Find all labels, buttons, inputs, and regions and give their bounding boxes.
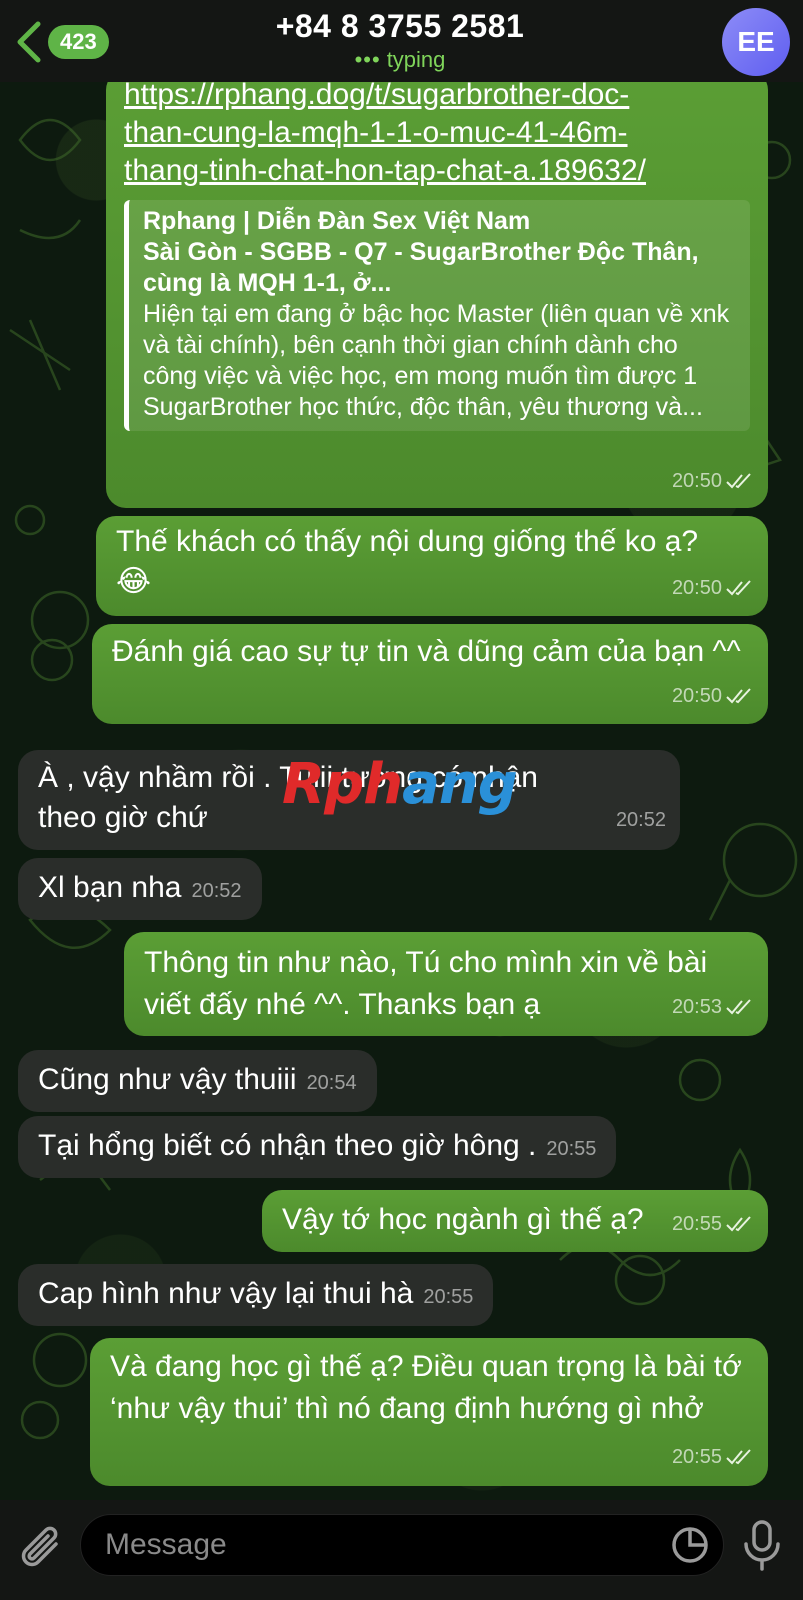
message-composer — [0, 1500, 803, 1600]
message-bubble[interactable]: Cap hình như vậy lại thui hà 20:55 — [18, 1264, 494, 1326]
message-bubble[interactable]: Cũng như vậy thuiii 20:54 — [18, 1050, 377, 1112]
message-time: 20:55 — [423, 1286, 474, 1308]
double-check-icon — [726, 473, 751, 489]
message-time: 20:50 — [671, 470, 722, 492]
message-text: Cũng như vậy thuiii — [38, 1063, 297, 1096]
message-meta: 20:50 — [672, 568, 754, 608]
message-bubble[interactable]: Tại hổng biết có nhận theo giờ hông . 20:… — [18, 1116, 617, 1178]
message-text: À , vậy nhầm rồi . Tuiii tưởng có nhận t… — [38, 761, 538, 834]
message-meta: 20:53 — [672, 986, 754, 1028]
sticker-icon[interactable] — [670, 1524, 710, 1566]
message-input[interactable] — [80, 1514, 724, 1576]
link-line: https://rphang.dog/t/sugarbrother-doc- — [124, 78, 630, 111]
paperclip-icon[interactable] — [18, 1522, 66, 1574]
preview-site-name: Rphang | Diễn Đàn Sex Việt Nam — [143, 207, 531, 235]
unread-count-badge: 423 — [48, 25, 109, 59]
message-meta: 20:50 — [672, 676, 754, 716]
message-time: 20:50 — [671, 685, 722, 707]
laughing-emoji: 😂 — [116, 565, 152, 598]
message-bubble[interactable]: Vậy tớ học ngành gì thế ạ? 20:55 — [262, 1190, 768, 1252]
chat-header: 423 +84 8 3755 2581 ••• typing EE — [0, 0, 803, 82]
message-time: 20:52 — [615, 809, 666, 831]
link-url[interactable]: https://rphang.dog/t/sugarbrother-doc- t… — [124, 76, 750, 190]
message-text: Thông tin như nào, Tú cho mình xin về bà… — [144, 946, 708, 1021]
message-time: 20:55 — [671, 1213, 722, 1235]
message-time: 20:54 — [306, 1072, 357, 1094]
preview-description: Hiện tại em đang ở bậc học Master (liên … — [143, 300, 730, 421]
message-time: 20:53 — [671, 996, 722, 1018]
message-bubble[interactable]: Thế khách có thấy nội dung giống thế ko … — [96, 516, 768, 616]
message-meta: 20:55 — [672, 1204, 754, 1244]
link-line: than-cung-la-mqh-1-1-o-muc-41-46m- — [124, 116, 628, 149]
microphone-icon[interactable] — [740, 1518, 784, 1572]
avatar[interactable]: EE — [722, 8, 790, 76]
back-chevron-icon — [17, 21, 41, 63]
message-bubble[interactable]: Xl bạn nha 20:52 — [18, 858, 262, 920]
double-check-icon — [726, 1449, 751, 1465]
message-text: Và đang học gì thế ạ? Điều quan trọng là… — [110, 1350, 742, 1425]
message-meta: 20:55 — [672, 1436, 754, 1478]
double-check-icon — [726, 999, 751, 1015]
double-check-icon — [726, 1216, 751, 1232]
message-bubble-link[interactable]: https://rphang.dog/t/sugarbrother-doc- t… — [106, 70, 768, 508]
message-meta: 20:50 — [672, 462, 754, 500]
typing-status: ••• typing — [150, 47, 650, 73]
message-text: Cap hình như vậy lại thui hà — [38, 1277, 414, 1310]
typing-status-text: typing — [386, 47, 446, 72]
message-bubble[interactable]: Thông tin như nào, Tú cho mình xin về bà… — [124, 932, 768, 1036]
message-time: 20:50 — [671, 577, 722, 599]
message-time: 20:55 — [671, 1446, 722, 1468]
message-bubble[interactable]: Và đang học gì thế ạ? Điều quan trọng là… — [90, 1338, 768, 1486]
contact-name: +84 8 3755 2581 — [275, 8, 525, 44]
link-preview[interactable]: Rphang | Diễn Đàn Sex Việt Nam Sài Gòn -… — [124, 200, 750, 431]
message-text: Đánh giá cao sự tự tin và dũng cảm của b… — [112, 635, 741, 668]
preview-title: Sài Gòn - SGBB - Q7 - SugarBrother Độc T… — [143, 238, 699, 297]
double-check-icon — [726, 580, 751, 596]
message-time: 20:55 — [546, 1138, 597, 1160]
message-time: 20:52 — [191, 880, 242, 902]
message-bubble[interactable]: À , vậy nhầm rồi . Tuiii tưởng có nhận t… — [18, 750, 680, 850]
contact-info[interactable]: +84 8 3755 2581 ••• typing — [150, 8, 650, 73]
back-button[interactable]: 423 — [12, 20, 109, 64]
double-check-icon — [726, 688, 751, 704]
message-bubble[interactable]: Đánh giá cao sự tự tin và dũng cảm của b… — [92, 624, 768, 724]
message-text: Vậy tớ học ngành gì thế ạ? — [282, 1203, 644, 1236]
message-text: Xl bạn nha — [38, 871, 182, 904]
typing-dots-icon: ••• — [354, 47, 381, 72]
message-text: Thế khách có thấy nội dung giống thế ko … — [116, 525, 699, 558]
message-text: Tại hổng biết có nhận theo giờ hông . — [38, 1129, 537, 1162]
link-line: thang-tinh-chat-hon-tap-chat-a.189632/ — [124, 154, 647, 187]
